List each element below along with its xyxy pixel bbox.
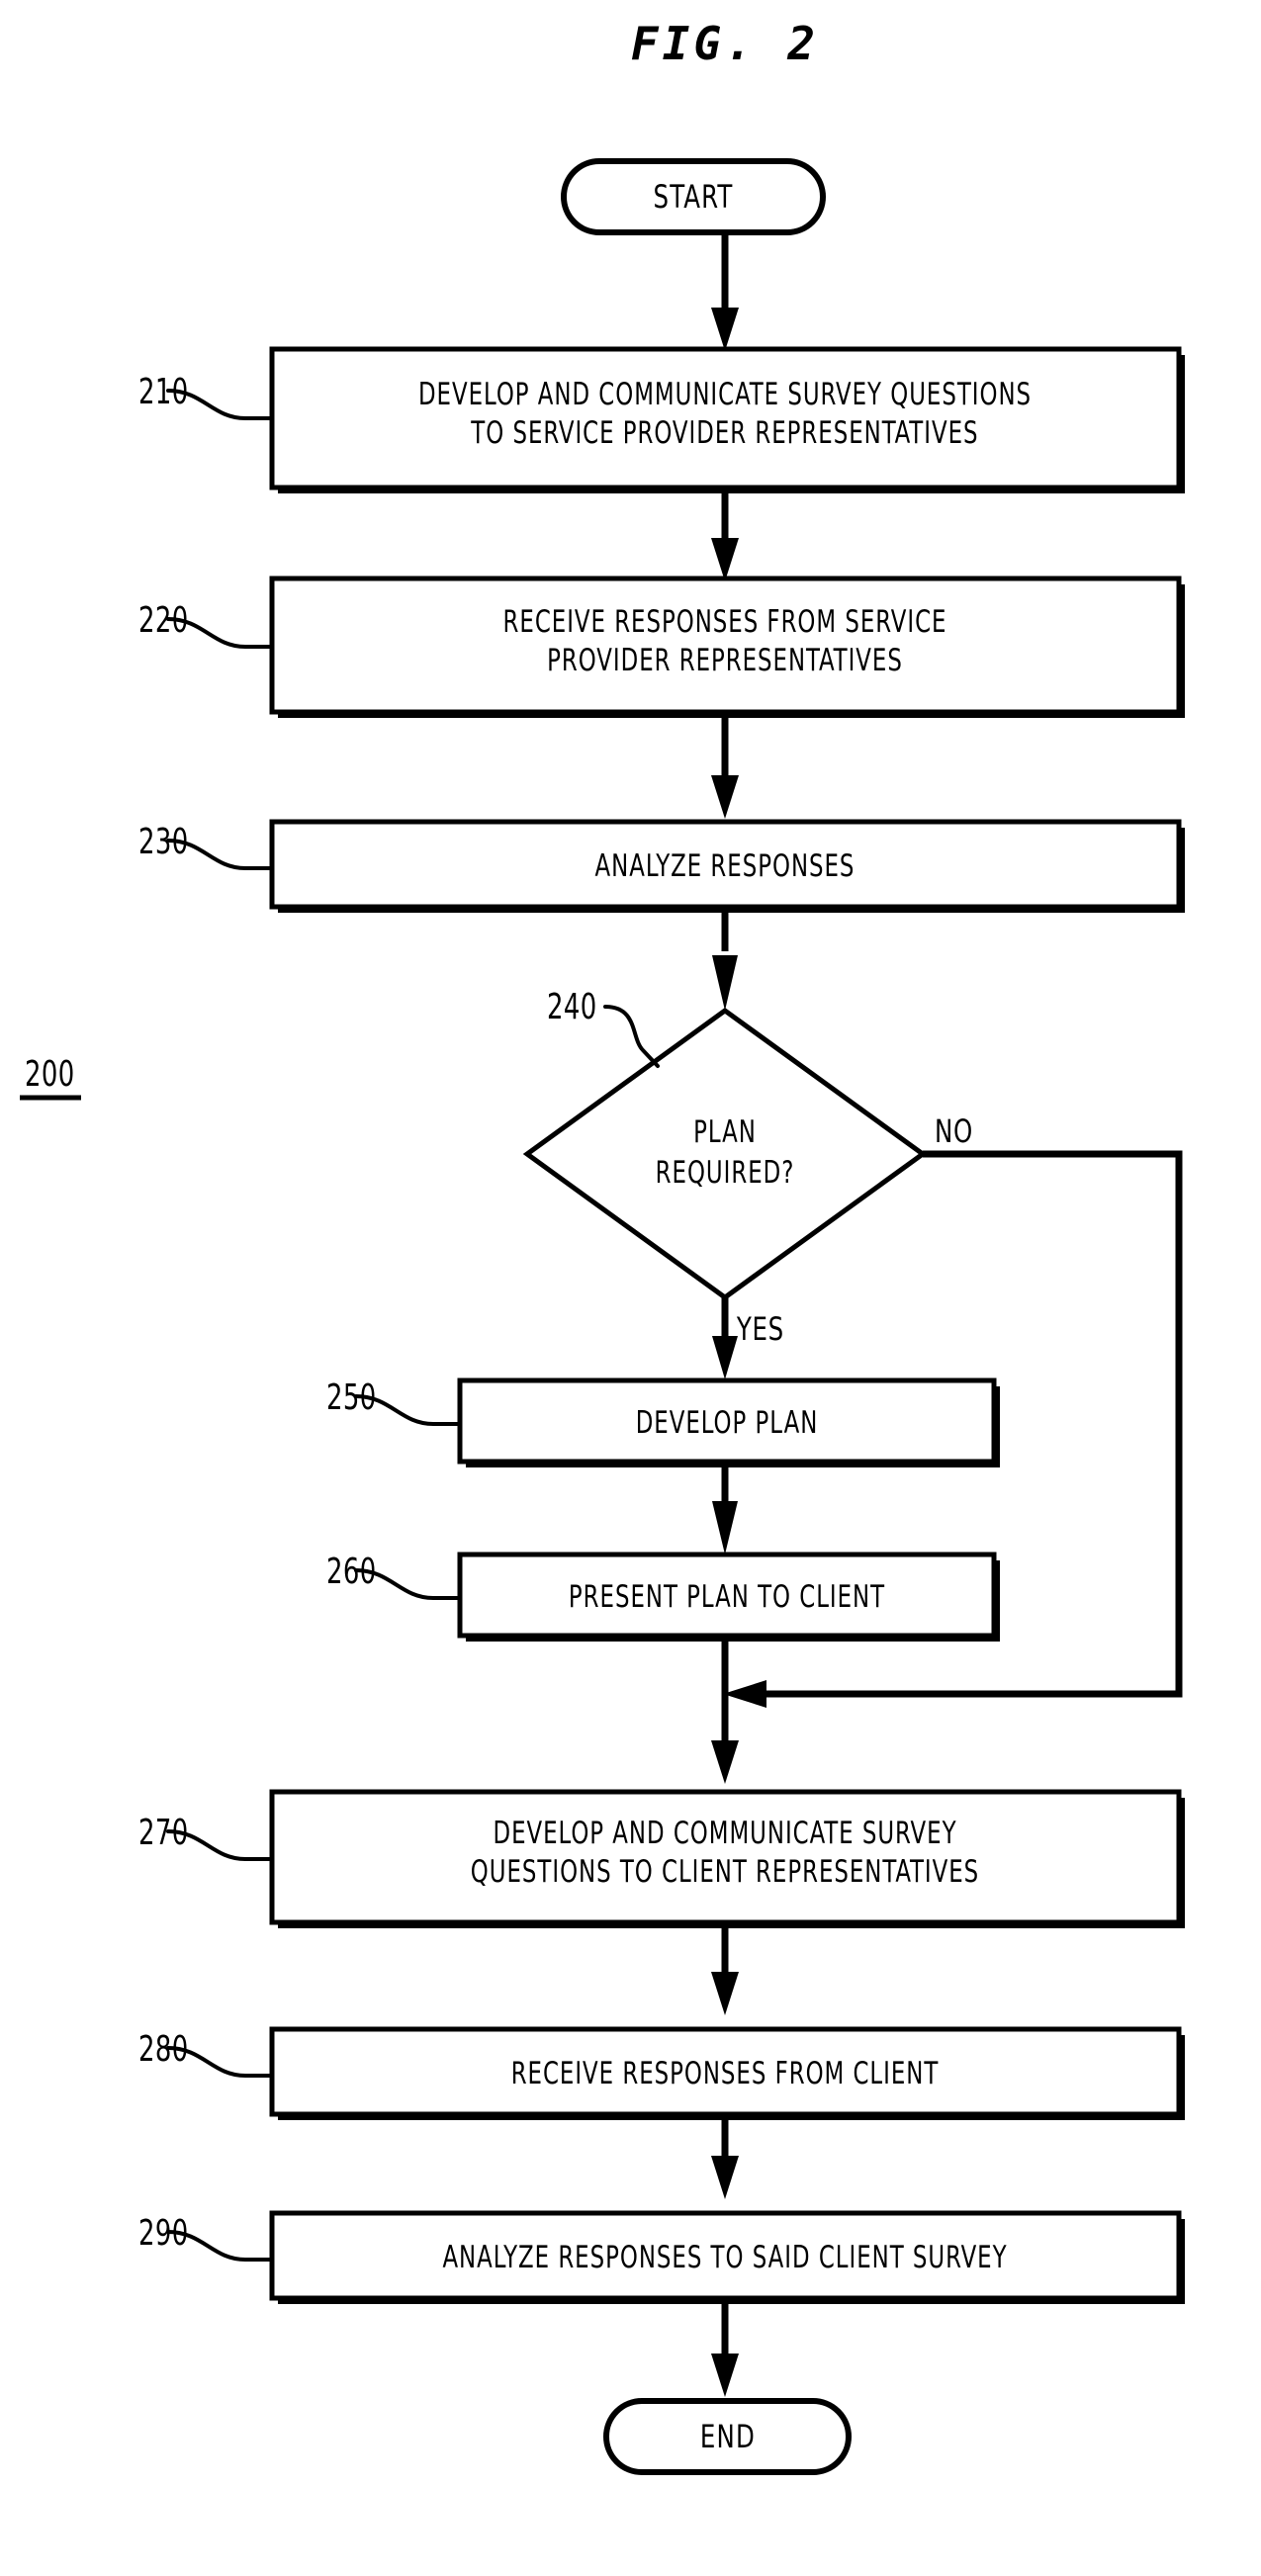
node-220-label-line2: PROVIDER REPRESENTATIVES (547, 643, 903, 678)
start-label: START (653, 179, 733, 217)
node-240: PLAN REQUIRED? 240 (522, 986, 928, 1301)
node-270: DEVELOP AND COMMUNICATE SURVEY QUESTIONS… (138, 1789, 1185, 1928)
node-260-label-line1: PRESENT PLAN TO CLIENT (569, 1579, 885, 1615)
arrowhead-down-icon (711, 2156, 739, 2199)
flowchart-canvas: FIG. 2 200 START DEVELOP AND COMMUNICATE… (20, 17, 1185, 2475)
node-210-label-line2: TO SERVICE PROVIDER REPRESENTATIVES (470, 415, 978, 451)
arrowhead-down-icon (711, 2354, 739, 2397)
arrowhead-down-icon (711, 775, 739, 819)
end-label: END (700, 2419, 756, 2456)
arrowhead-down-icon (712, 955, 738, 1011)
node-270-label-line1: DEVELOP AND COMMUNICATE SURVEY (493, 1816, 956, 1851)
node-240-ref: 240 (547, 986, 597, 1027)
connector-210-to-220 (711, 488, 739, 581)
connector-270-to-280 (711, 1922, 739, 2015)
node-250-label-line1: DEVELOP PLAN (636, 1405, 819, 1441)
arrowhead-down-icon (711, 308, 739, 351)
diagram-number-group: 200 (20, 1053, 81, 1101)
node-270-label-line2: QUESTIONS TO CLIENT REPRESENTATIVES (471, 1854, 979, 1890)
node-210: DEVELOP AND COMMUNICATE SURVEY QUESTIONS… (138, 346, 1185, 493)
node-210-label-line1: DEVELOP AND COMMUNICATE SURVEY QUESTIONS (418, 377, 1032, 412)
node-280-label-line1: RECEIVE RESPONSES FROM CLIENT (511, 2056, 940, 2091)
arrowhead-down-icon (711, 538, 739, 581)
node-220: RECEIVE RESPONSES FROM SERVICE PROVIDER … (138, 576, 1185, 718)
node-220-label-line1: RECEIVE RESPONSES FROM SERVICE (503, 604, 947, 640)
node-290-label-line1: ANALYZE RESPONSES TO SAID CLIENT SURVEY (442, 2240, 1007, 2275)
branch-label-yes: YES (736, 1311, 784, 1349)
connector-290-to-end (711, 2298, 739, 2397)
connector-250-to-260 (712, 1462, 738, 1554)
node-270-ref: 270 (138, 1812, 189, 1853)
node-230: ANALYZE RESPONSES 230 (138, 819, 1185, 913)
branch-label-no: NO (935, 1113, 973, 1151)
node-230-label-line1: ANALYZE RESPONSES (595, 848, 856, 884)
arrowhead-down-icon (711, 1972, 739, 2015)
diagram-number: 200 (25, 1053, 75, 1095)
node-290-ref: 290 (138, 2212, 189, 2254)
figure-title: FIG. 2 (631, 17, 819, 70)
node-240-leader-line (603, 1005, 660, 1068)
node-220-ref: 220 (138, 599, 189, 641)
node-290: ANALYZE RESPONSES TO SAID CLIENT SURVEY … (138, 2210, 1185, 2304)
arrowhead-down-icon (711, 1740, 739, 1784)
connector-240-yes-to-250 (712, 1297, 738, 1379)
arrowhead-down-icon (712, 1336, 738, 1379)
node-260-ref: 260 (326, 1551, 377, 1592)
patent-figure-page: FIG. 2 200 START DEVELOP AND COMMUNICATE… (0, 0, 1261, 2576)
node-230-ref: 230 (138, 821, 189, 862)
node-260: PRESENT PLAN TO CLIENT 260 (326, 1551, 1000, 1642)
node-210-ref: 210 (138, 371, 189, 412)
node-start: START (561, 158, 826, 235)
node-240-label-line2: REQUIRED? (656, 1155, 795, 1191)
arrowhead-left-icon (723, 1680, 766, 1708)
node-280: RECEIVE RESPONSES FROM CLIENT 280 (138, 2026, 1185, 2120)
connector-260-to-270 (711, 1636, 739, 1784)
connector-280-to-290 (711, 2114, 739, 2199)
node-250: DEVELOP PLAN 250 (326, 1377, 1000, 1467)
node-250-ref: 250 (326, 1377, 377, 1418)
connector-220-to-230 (711, 712, 739, 819)
node-280-ref: 280 (138, 2028, 189, 2070)
connector-230-to-240 (712, 907, 738, 1011)
node-240-label-line1: PLAN (693, 1114, 757, 1150)
connector-start-to-210 (711, 232, 739, 351)
arrowhead-down-icon (712, 1501, 738, 1554)
node-end: END (603, 2398, 852, 2475)
